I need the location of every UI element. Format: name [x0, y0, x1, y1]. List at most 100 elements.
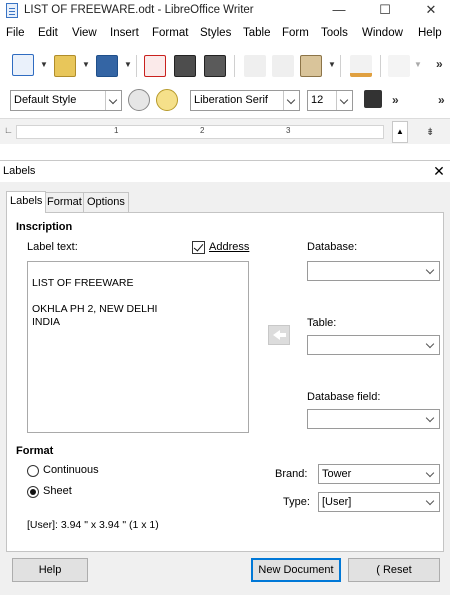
label-size-info: [User]: 3.94 " x 3.94 " (1 x 1) [27, 519, 159, 531]
brand-label: Brand: [275, 468, 308, 480]
ruler-number: 2 [200, 126, 205, 135]
paragraph-style-value: Default Style [14, 94, 77, 106]
open-dropdown-chevron-icon[interactable]: ▼ [82, 60, 90, 69]
label-text-area[interactable]: LIST OF FREEWARE OKHLA PH 2, NEW DELHI I… [27, 261, 249, 433]
toolbar-separator [340, 55, 341, 77]
ruler-number: 1 [114, 126, 119, 135]
menu-tools[interactable]: Tools [321, 27, 348, 39]
chevron-down-icon [336, 91, 352, 110]
paste-icon[interactable] [300, 55, 322, 77]
dialog-title: Labels [3, 165, 36, 177]
ruler-number: 3 [286, 126, 291, 135]
new-document-button[interactable]: New Document [251, 558, 341, 582]
chevron-down-icon [422, 465, 439, 483]
minimize-button[interactable]: — [322, 0, 356, 22]
font-name-combo[interactable]: Liberation Serif [190, 90, 300, 111]
insert-field-arrow-icon[interactable] [268, 325, 290, 345]
export-pdf-icon[interactable] [144, 55, 166, 77]
writer-document-icon [6, 3, 18, 18]
clone-formatting-icon[interactable] [350, 55, 372, 77]
sidebar-settings-icon[interactable]: ⇟ [426, 127, 434, 138]
menu-bar: File Edit View Insert Format Styles Tabl… [0, 24, 450, 44]
menu-table[interactable]: Table [243, 27, 271, 39]
address-label[interactable]: Address [209, 241, 249, 253]
menu-format[interactable]: Format [152, 27, 188, 39]
menu-insert[interactable]: Insert [110, 27, 139, 39]
continuous-label[interactable]: Continuous [43, 464, 99, 476]
ruler-track[interactable]: 1 2 3 [16, 125, 384, 139]
sheet-label[interactable]: Sheet [43, 485, 72, 497]
new-document-icon[interactable] [12, 54, 34, 76]
update-style-icon[interactable] [128, 89, 150, 111]
scroll-up-icon[interactable]: ▲ [392, 121, 408, 143]
label-text-line: OKHLA PH 2, NEW DELHI [32, 303, 158, 315]
window-title: LIST OF FREEWARE.odt - LibreOffice Write… [24, 4, 254, 16]
writer-title-bar: LIST OF FREEWARE.odt - LibreOffice Write… [0, 0, 450, 22]
toolbar-overflow-icon[interactable]: » [436, 57, 443, 71]
chevron-down-icon [283, 91, 299, 110]
type-value: [User] [322, 496, 352, 508]
tab-options[interactable]: Options [83, 192, 129, 212]
bold-icon[interactable] [364, 90, 382, 108]
save-icon[interactable] [96, 55, 118, 77]
continuous-radio[interactable] [27, 465, 39, 477]
reset-prefix: ( [376, 564, 380, 576]
undo-dropdown-chevron-icon[interactable]: ▼ [414, 60, 422, 69]
type-select[interactable]: [User] [318, 492, 440, 512]
labels-dialog: Labels Format Options Inscription Label … [0, 182, 450, 595]
table-select[interactable] [307, 335, 440, 355]
database-select[interactable] [307, 261, 440, 281]
inscription-heading: Inscription [16, 221, 73, 233]
paste-dropdown-chevron-icon[interactable]: ▼ [328, 60, 336, 69]
open-folder-icon[interactable] [54, 55, 76, 77]
chevron-down-icon [422, 336, 439, 354]
brand-select[interactable]: Tower [318, 464, 440, 484]
label-text-line [32, 264, 244, 277]
help-button[interactable]: Help [12, 558, 88, 582]
menu-form[interactable]: Form [282, 27, 309, 39]
paragraph-style-combo[interactable]: Default Style [10, 90, 122, 111]
cut-icon[interactable] [244, 55, 266, 77]
horizontal-ruler: ∟ 1 2 3 ▲ ⇟ [0, 118, 450, 144]
tab-stop-icon[interactable]: ∟ [4, 125, 13, 135]
print-preview-icon[interactable] [204, 55, 226, 77]
print-icon[interactable] [174, 55, 196, 77]
dialog-close-icon[interactable]: ✕ [430, 162, 448, 180]
tab-labels[interactable]: Labels [6, 191, 47, 213]
menu-edit[interactable]: Edit [38, 27, 58, 39]
font-size-combo[interactable]: 12 [307, 90, 353, 111]
save-dropdown-chevron-icon[interactable]: ▼ [124, 60, 132, 69]
font-size-value: 12 [311, 94, 324, 106]
label-text-line: INDIA [32, 316, 61, 328]
toolbar-separator [234, 55, 235, 77]
formatting-toolbar: Default Style Liberation Serif 12 » » [0, 88, 450, 114]
toolbar-separator [380, 55, 381, 77]
type-label: Type: [283, 496, 310, 508]
menu-view[interactable]: View [72, 27, 97, 39]
sheet-radio[interactable] [27, 486, 39, 498]
chevron-down-icon [105, 91, 121, 110]
formatting-overflow-icon[interactable]: » [392, 93, 399, 107]
menu-styles[interactable]: Styles [200, 27, 231, 39]
dialog-title-bar: Labels ✕ [0, 160, 450, 182]
maximize-button[interactable]: ☐ [368, 0, 402, 22]
database-field-select[interactable] [307, 409, 440, 429]
menu-file[interactable]: File [6, 27, 25, 39]
address-checkbox[interactable] [192, 241, 205, 254]
menu-window[interactable]: Window [362, 27, 403, 39]
standard-toolbar: ▼ ▼ ▼ ▼ ▼ » [0, 46, 450, 84]
copy-icon[interactable] [272, 55, 294, 77]
tab-format[interactable]: Format [43, 192, 86, 212]
close-window-button[interactable]: ✕ [414, 0, 448, 22]
sidebar-overflow-icon[interactable]: » [438, 93, 445, 107]
labels-tab-panel: Inscription Label text: Address LIST OF … [6, 212, 444, 552]
undo-icon[interactable] [388, 55, 410, 77]
reset-button[interactable]: ( Reset [348, 558, 440, 582]
new-dropdown-chevron-icon[interactable]: ▼ [40, 60, 48, 69]
chevron-down-icon [422, 262, 439, 280]
reset-label: Reset [382, 564, 412, 576]
database-label: Database: [307, 241, 358, 253]
chevron-down-icon [422, 493, 439, 511]
menu-help[interactable]: Help [418, 27, 442, 39]
new-style-icon[interactable] [156, 89, 178, 111]
